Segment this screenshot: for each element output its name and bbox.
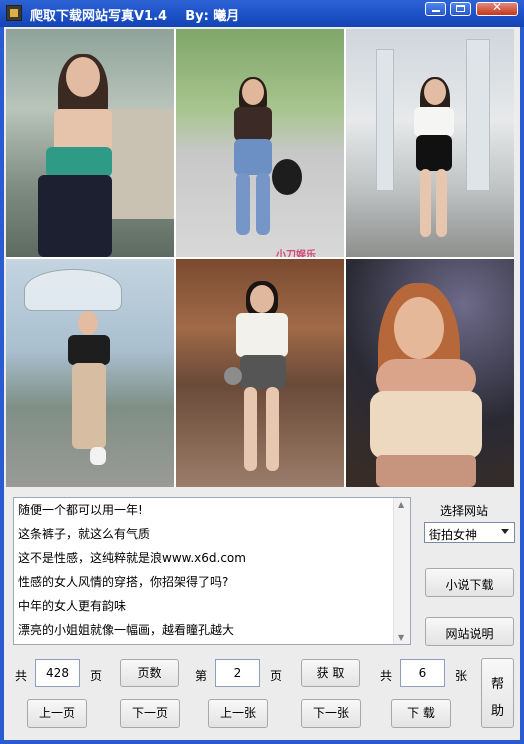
handbag [272,159,302,195]
maximize-icon [456,5,465,12]
person-head [394,297,444,359]
person-head [250,285,274,313]
prev-image-button[interactable]: 上一张 [208,699,268,728]
person-leg-left [420,169,431,237]
close-icon: ✕ [491,0,503,14]
list-item[interactable]: 中年的女人更有韵味 [18,597,126,614]
photo-grid: 小刀娱乐 [6,29,514,487]
download-button[interactable]: 下 载 [391,699,451,728]
list-item[interactable]: 性感的女人风情的穿搭，你招架得了吗? [18,573,228,590]
person-arms [376,455,476,487]
person-shirt [236,313,288,357]
photo-4[interactable] [6,259,174,487]
person-leg-right [256,173,270,235]
help-button[interactable]: 帮 助 [481,658,514,728]
site-info-label: 网站说明 [445,627,494,641]
novel-download-button[interactable]: 小说下载 [425,568,514,597]
image-count-prefix: 共 [380,669,393,683]
person-top [46,147,112,177]
person-skirt [416,135,452,171]
person-head [242,79,264,105]
help-label-2: 助 [490,704,504,719]
current-page-unit: 页 [270,669,283,683]
caption-list[interactable]: 随便一个都可以用一年! 这条裤子，就这么有气质 这不是性感，这纯粹就是浪www.… [13,497,411,645]
app-icon [6,5,22,21]
window-frame-bottom [0,740,524,744]
list-item[interactable]: 随便一个都可以用一年! [18,501,143,518]
next-page-button[interactable]: 下一页 [120,699,180,728]
list-item[interactable]: 这条裤子，就这么有气质 [18,525,150,542]
person-head [78,311,98,335]
help-label-1: 帮 [490,677,504,692]
site-select[interactable]: 街拍女神 [424,522,515,543]
site-info-button[interactable]: 网站说明 [425,617,514,646]
person-head [66,57,100,97]
person-pants [38,175,112,257]
total-pages-prefix: 共 [15,669,28,683]
umbrella [24,269,122,311]
site-select-value: 街拍女神 [429,528,478,542]
total-pages-unit: 页 [90,669,103,683]
prev-page-button[interactable]: 上一页 [27,699,87,728]
image-count-unit: 张 [455,669,468,683]
handbag [224,367,242,385]
person-dress [72,363,106,449]
scroll-down-icon[interactable]: ▼ [398,633,404,642]
chevron-down-icon [501,529,509,534]
total-pages-field[interactable]: 428 [35,659,80,687]
person-leg-left [236,173,250,235]
person-leg-left [244,387,257,471]
scroll-up-icon[interactable]: ▲ [398,500,404,509]
site-select-label: 选择网站 [440,504,489,518]
novel-download-label: 小说下载 [445,578,494,592]
minimize-button[interactable] [425,2,446,16]
window-frame-right [520,27,524,744]
page-count-button[interactable]: 页数 [120,659,179,687]
photo-6[interactable] [346,259,514,487]
person-jacket [68,335,110,365]
photo-3[interactable] [346,29,514,257]
close-button[interactable]: ✕ [476,0,518,16]
list-item[interactable]: 漂亮的小姐姐就像一幅画，越看瞳孔越大 [18,621,234,638]
next-image-button[interactable]: 下一张 [301,699,361,728]
window-title: 爬取下载网站写真V1.4 By: 曦月 [30,9,240,24]
building [376,49,394,191]
fetch-button[interactable]: 获 取 [301,659,360,687]
person-top [370,391,482,459]
person-jeans [234,139,272,175]
photo-2[interactable]: 小刀娱乐 [176,29,344,257]
person-shoes [90,447,106,465]
person-leg-right [266,387,279,471]
person-top [414,107,454,137]
vertical-scrollbar[interactable]: ▲ ▼ [393,498,410,644]
photo-5[interactable] [176,259,344,487]
image-count-field[interactable]: 6 [400,659,445,687]
bar-shelf [106,109,174,219]
list-item[interactable]: 这不是性感，这纯粹就是浪www.x6d.com [18,549,246,566]
person-skirt [240,355,286,389]
minimize-icon [432,10,440,12]
current-page-field[interactable]: 2 [215,659,260,687]
building [466,39,490,191]
title-bar[interactable]: 爬取下载网站写真V1.4 By: 曦月 ✕ [0,0,524,27]
maximize-button[interactable] [450,2,471,16]
current-page-prefix: 第 [195,669,208,683]
person-head [424,79,446,105]
photo-watermark: 小刀娱乐 [276,250,316,257]
photo-1[interactable] [6,29,174,257]
person-top [234,107,272,141]
person-leg-right [436,169,447,237]
